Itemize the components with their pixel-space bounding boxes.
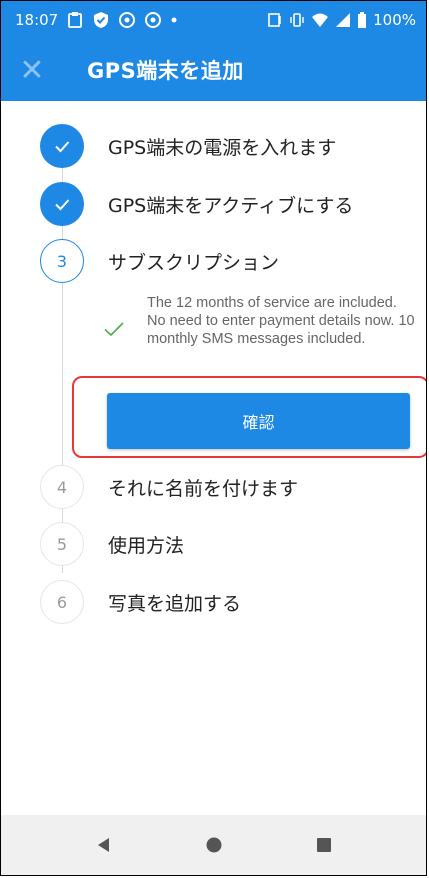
step-label: 使用方法: [108, 534, 185, 557]
battery-icon: [357, 12, 367, 28]
phone-screen: 18:07 100% ✕ GPS端末を追加 GPS端末の電源を入れます GPS端…: [0, 0, 427, 876]
back-triangle-icon: [97, 838, 109, 852]
app-notification-icon: [118, 11, 136, 29]
step-number-badge: 4: [40, 465, 84, 509]
step-done-badge: [40, 182, 84, 226]
step-subscription[interactable]: 3 サブスクリプション: [1, 236, 426, 286]
step-add-photo[interactable]: 6 写真を追加する: [1, 577, 426, 627]
subscription-info: The 12 months of service are included. N…: [1, 292, 426, 372]
app-bar: ✕ GPS端末を追加: [1, 39, 426, 101]
check-icon: [55, 141, 70, 153]
step-usage[interactable]: 5 使用方法: [1, 519, 426, 569]
back-button[interactable]: [89, 830, 119, 860]
check-icon: [103, 320, 125, 342]
dot-icon: [170, 16, 178, 24]
step-label: GPS端末をアクティブにする: [108, 194, 354, 217]
step-label: サブスクリプション: [108, 251, 280, 274]
step-label: それに名前を付けます: [108, 477, 299, 500]
shield-icon: [92, 11, 110, 29]
status-bar: 18:07 100%: [1, 1, 426, 39]
close-icon: ✕: [19, 52, 45, 88]
subscription-description: The 12 months of service are included. N…: [147, 295, 415, 347]
nfc-icon: [267, 12, 283, 28]
step-power-on[interactable]: GPS端末の電源を入れます: [1, 121, 426, 171]
home-circle-icon: [206, 837, 221, 853]
step-number-badge: 5: [40, 522, 84, 566]
step-name-it[interactable]: 4 それに名前を付けます: [1, 462, 426, 512]
check-icon: [55, 199, 70, 211]
clipboard-icon: [66, 11, 84, 29]
confirm-button[interactable]: 確認: [107, 393, 410, 449]
signal-icon: [335, 12, 351, 28]
recents-button[interactable]: [309, 830, 339, 860]
step-done-badge: [40, 124, 84, 168]
step-number-badge: 3: [40, 239, 84, 283]
step-label: 写真を追加する: [108, 592, 242, 615]
step-activate[interactable]: GPS端末をアクティブにする: [1, 179, 426, 229]
status-time: 18:07: [15, 11, 59, 29]
home-button[interactable]: [199, 830, 229, 860]
page-title: GPS端末を追加: [87, 59, 244, 83]
close-button[interactable]: ✕: [1, 39, 63, 101]
app-notification-icon: [144, 11, 162, 29]
battery-percent: 100%: [373, 11, 416, 29]
step-number-badge: 6: [40, 580, 84, 624]
navigation-bar: [1, 815, 426, 875]
step-label: GPS端末の電源を入れます: [108, 136, 337, 159]
recents-square-icon: [316, 838, 331, 852]
vibrate-icon: [289, 12, 305, 28]
wifi-icon: [311, 12, 329, 28]
